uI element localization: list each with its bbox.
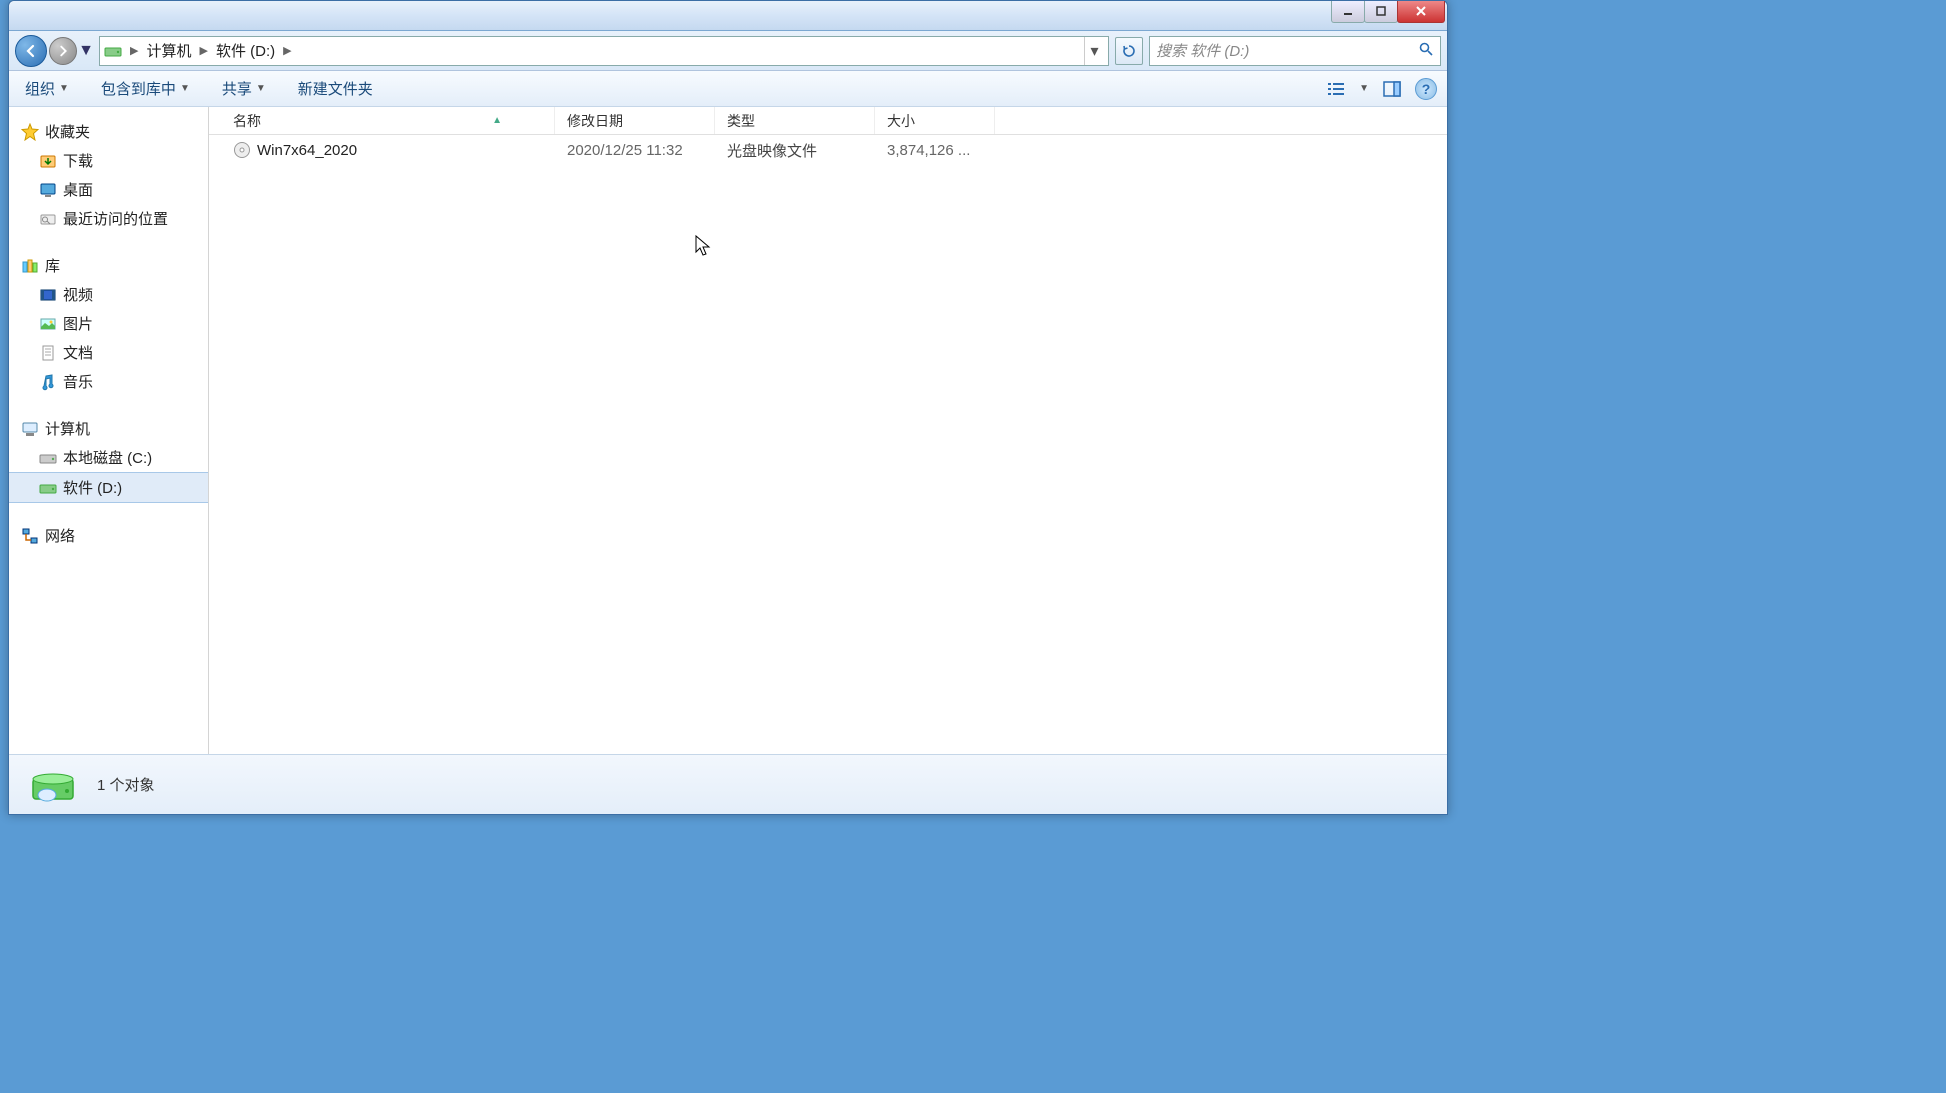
- sidebar-item-libraries[interactable]: 库: [9, 251, 208, 280]
- network-icon: [21, 527, 39, 545]
- downloads-icon: [39, 152, 57, 170]
- titlebar: [9, 1, 1447, 31]
- status-text: 1 个对象: [97, 774, 155, 795]
- sidebar-item-pictures[interactable]: 图片: [9, 309, 208, 338]
- sidebar-item-recent[interactable]: 最近访问的位置: [9, 204, 208, 233]
- nav-buttons: ▼: [15, 35, 93, 67]
- file-list[interactable]: Win7x64_2020 2020/12/25 11:32 光盘映像文件 3,8…: [209, 135, 1447, 754]
- nav-history-dropdown[interactable]: ▼: [79, 35, 93, 67]
- maximize-button[interactable]: [1364, 1, 1398, 23]
- desktop-icon: [39, 181, 57, 199]
- file-list-pane: 名称 ▲ 修改日期 类型 大小 Win7x64_2020 2020/12/25 …: [209, 107, 1447, 754]
- view-mode-button[interactable]: [1323, 76, 1349, 102]
- forward-button[interactable]: [49, 37, 77, 65]
- sidebar-item-local-c[interactable]: 本地磁盘 (C:): [9, 443, 208, 472]
- libraries-icon: [21, 257, 39, 275]
- sidebar-item-favorites[interactable]: 收藏夹: [9, 117, 208, 146]
- computer-group: 计算机 本地磁盘 (C:) 软件 (D:): [9, 414, 208, 503]
- music-icon: [39, 373, 57, 391]
- libraries-group: 库 视频 图片 文档 音乐: [9, 251, 208, 396]
- sidebar-item-documents[interactable]: 文档: [9, 338, 208, 367]
- sidebar-item-computer[interactable]: 计算机: [9, 414, 208, 443]
- window-controls: [1332, 1, 1445, 23]
- navigation-pane: 收藏夹 下载 桌面 最近访问的位置 库: [9, 107, 209, 754]
- chevron-down-icon: ▼: [256, 83, 266, 94]
- file-row[interactable]: Win7x64_2020 2020/12/25 11:32 光盘映像文件 3,8…: [209, 135, 1447, 165]
- address-bar[interactable]: ▶ 计算机 ▶ 软件 (D:) ▶ ▾: [99, 36, 1109, 66]
- column-name[interactable]: 名称 ▲: [209, 107, 555, 134]
- file-date-cell: 2020/12/25 11:32: [555, 142, 715, 159]
- search-input[interactable]: 搜索 软件 (D:): [1149, 36, 1441, 66]
- search-icon: [1418, 41, 1434, 61]
- chevron-down-icon: ▼: [180, 83, 190, 94]
- sidebar-item-videos[interactable]: 视频: [9, 280, 208, 309]
- breadcrumb-sep-icon: ▶: [281, 44, 293, 57]
- documents-icon: [39, 344, 57, 362]
- back-button[interactable]: [15, 35, 47, 67]
- file-size-cell: 3,874,126 ...: [875, 142, 995, 159]
- toolbar: 组织 ▼ 包含到库中 ▼ 共享 ▼ 新建文件夹 ▼: [9, 71, 1447, 107]
- video-icon: [39, 286, 57, 304]
- chevron-down-icon[interactable]: ▼: [1359, 83, 1369, 94]
- sidebar-item-desktop[interactable]: 桌面: [9, 175, 208, 204]
- sort-ascending-icon: ▲: [492, 115, 502, 126]
- recent-icon: [39, 210, 57, 228]
- minimize-button[interactable]: [1331, 1, 1365, 23]
- breadcrumb-sep-icon: ▶: [197, 44, 209, 57]
- refresh-button[interactable]: [1115, 37, 1143, 65]
- file-name-cell: Win7x64_2020: [209, 141, 555, 159]
- sidebar-item-software-d[interactable]: 软件 (D:): [9, 472, 208, 503]
- favorites-group: 收藏夹 下载 桌面 最近访问的位置: [9, 117, 208, 233]
- column-date[interactable]: 修改日期: [555, 107, 715, 134]
- sidebar-item-downloads[interactable]: 下载: [9, 146, 208, 175]
- breadcrumb-sep-icon: ▶: [128, 44, 140, 57]
- network-group: 网络: [9, 521, 208, 550]
- sidebar-item-network[interactable]: 网络: [9, 521, 208, 550]
- preview-pane-button[interactable]: [1379, 76, 1405, 102]
- drive-icon: [104, 42, 122, 60]
- file-type-cell: 光盘映像文件: [715, 140, 875, 161]
- column-size[interactable]: 大小: [875, 107, 995, 134]
- drive-large-icon: [29, 761, 77, 809]
- close-button[interactable]: [1397, 1, 1445, 23]
- drive-icon: [39, 449, 57, 467]
- explorer-body: 收藏夹 下载 桌面 最近访问的位置 库: [9, 107, 1447, 754]
- explorer-window: ▼ ▶ 计算机 ▶ 软件 (D:) ▶ ▾ 搜索 软件 (D:) 组织: [8, 0, 1448, 815]
- include-in-library-menu[interactable]: 包含到库中 ▼: [95, 74, 196, 103]
- search-placeholder: 搜索 软件 (D:): [1156, 40, 1249, 61]
- help-button[interactable]: ?: [1415, 78, 1437, 100]
- share-menu[interactable]: 共享 ▼: [216, 74, 272, 103]
- address-dropdown[interactable]: ▾: [1084, 37, 1104, 65]
- new-folder-button[interactable]: 新建文件夹: [292, 74, 379, 103]
- address-bar-row: ▼ ▶ 计算机 ▶ 软件 (D:) ▶ ▾ 搜索 软件 (D:): [9, 31, 1447, 71]
- drive-icon: [39, 479, 57, 497]
- pictures-icon: [39, 315, 57, 333]
- column-type[interactable]: 类型: [715, 107, 875, 134]
- star-icon: [21, 123, 39, 141]
- breadcrumb-drive[interactable]: 软件 (D:): [210, 37, 281, 65]
- organize-menu[interactable]: 组织 ▼: [19, 74, 75, 103]
- column-headers: 名称 ▲ 修改日期 类型 大小: [209, 107, 1447, 135]
- breadcrumb-computer[interactable]: 计算机: [140, 37, 197, 65]
- chevron-down-icon: ▼: [59, 83, 69, 94]
- status-bar: 1 个对象: [9, 754, 1447, 814]
- sidebar-item-music[interactable]: 音乐: [9, 367, 208, 396]
- computer-icon: [21, 420, 39, 438]
- disc-image-icon: [233, 141, 251, 159]
